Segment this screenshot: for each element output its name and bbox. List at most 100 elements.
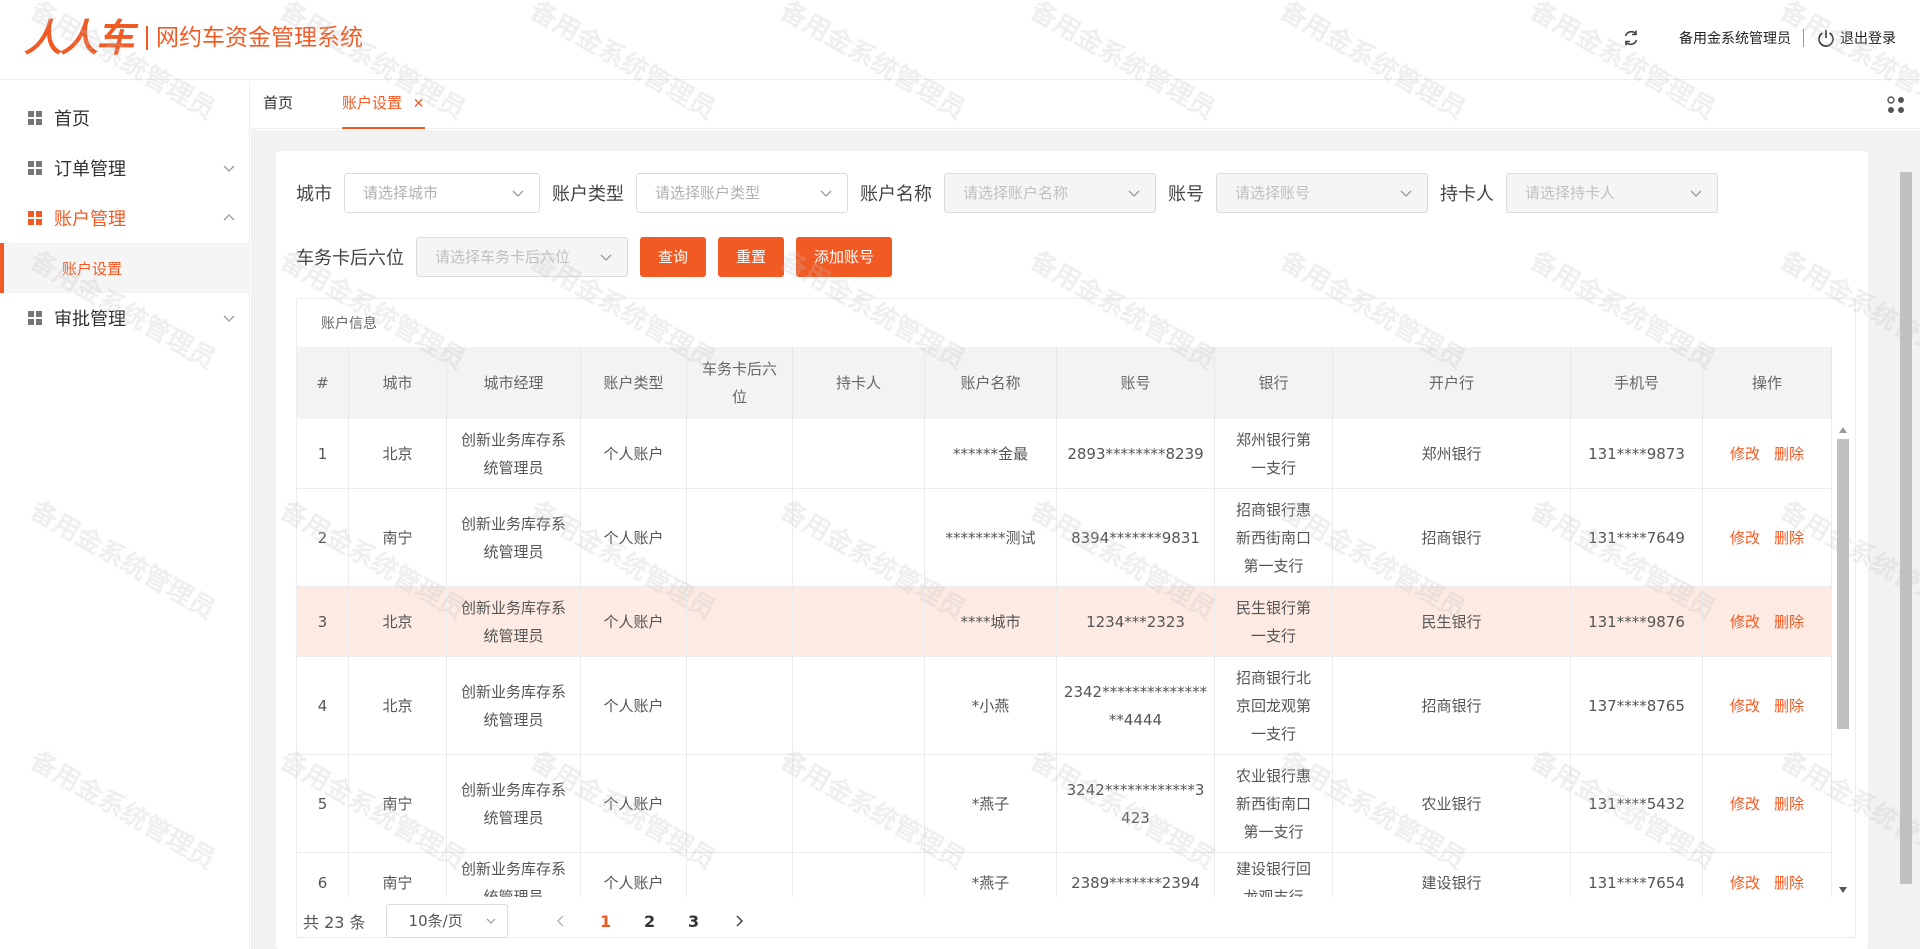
cell-branch: 郑州银行 — [1333, 419, 1571, 488]
cell-card — [687, 755, 793, 852]
cell-holder — [793, 419, 925, 488]
account-name-select[interactable]: 请选择账户名称 — [944, 173, 1156, 213]
add-account-button[interactable]: 添加账号 — [796, 237, 893, 277]
cell-branch: 民生银行 — [1333, 587, 1571, 656]
delete-link[interactable]: 删除 — [1774, 869, 1804, 897]
sidebar-item-label: 首页 — [54, 109, 90, 130]
scroll-up-icon[interactable] — [1839, 427, 1847, 433]
next-page-icon[interactable] — [732, 914, 746, 928]
sidebar-item-approvals[interactable]: 审批管理 — [0, 293, 249, 343]
cell-type: 个人账户 — [581, 657, 687, 754]
page-size-select[interactable]: 10条/页 — [385, 904, 508, 938]
select-placeholder: 请选择车务卡后六位 — [435, 248, 571, 266]
prev-page-icon[interactable] — [554, 914, 568, 928]
column-header: 操作 — [1703, 347, 1832, 419]
table-scrollbar[interactable] — [1835, 423, 1851, 897]
cell-type: 个人账户 — [581, 853, 687, 897]
delete-link[interactable]: 删除 — [1774, 524, 1804, 552]
card-suffix-select[interactable]: 请选择车务卡后六位 — [416, 237, 628, 277]
select-placeholder: 请选择账户名称 — [963, 184, 1069, 202]
page-3[interactable]: 3 — [680, 912, 708, 931]
reset-button[interactable]: 重置 — [718, 237, 785, 277]
sidebar-item-label: 账户设置 — [62, 259, 123, 278]
close-icon[interactable]: ✕ — [413, 96, 425, 112]
sidebar-item-orders[interactable]: 订单管理 — [0, 143, 249, 193]
column-header: 手机号 — [1571, 347, 1703, 419]
edit-link[interactable]: 修改 — [1730, 608, 1760, 636]
chevron-down-icon — [1128, 190, 1140, 197]
cell-phone: 131****9873 — [1571, 419, 1703, 488]
content-card: 城市 请选择城市 账户类型 请选择账户类型 账户名称 请选择账户名称 账号 请选 — [276, 151, 1868, 949]
cell-no: 1 — [297, 419, 349, 488]
page-scrollbar[interactable] — [1897, 152, 1915, 888]
cell-holder — [793, 489, 925, 586]
cell-name: *燕子 — [925, 755, 1057, 852]
grid-icon — [28, 311, 42, 325]
card-holder-select[interactable]: 请选择持卡人 — [1506, 173, 1718, 213]
filter-label-city: 城市 — [296, 184, 332, 205]
account-number-select[interactable]: 请选择账号 — [1216, 173, 1428, 213]
more-icon[interactable] — [1886, 95, 1906, 115]
cell-city: 南宁 — [349, 853, 447, 897]
sidebar-item-account-settings[interactable]: 账户设置 — [0, 243, 249, 293]
table-body: 1 北京 创新业务库存系统管理员 个人账户 ******金最 2893********82… — [297, 419, 1832, 897]
logo-divider — [146, 26, 149, 50]
grid-icon — [28, 211, 42, 225]
delete-link[interactable]: 删除 — [1774, 608, 1804, 636]
cell-city: 北京 — [349, 419, 447, 488]
chevron-down-icon — [1690, 190, 1702, 197]
sidebar-item-home[interactable]: 首页 — [0, 93, 249, 143]
column-header: 开户行 — [1333, 347, 1571, 419]
tab-home[interactable]: 首页 — [263, 81, 293, 129]
chevron-down-icon — [512, 190, 524, 197]
tab-account-settings[interactable]: 账户设置 ✕ — [342, 81, 425, 129]
logout-button[interactable]: 退出登录 — [1816, 28, 1896, 48]
cell-no: 2 — [297, 489, 349, 586]
edit-link[interactable]: 修改 — [1730, 440, 1760, 468]
filter-label-name: 账户名称 — [860, 184, 932, 205]
scrollbar-thumb[interactable] — [1837, 439, 1849, 729]
app-title: 网约车资金管理系统 — [156, 25, 364, 51]
table-row: 4 北京 创新业务库存系统管理员 个人账户 *小燕 2342***************… — [297, 657, 1832, 755]
cell-city: 南宁 — [349, 489, 447, 586]
edit-link[interactable]: 修改 — [1730, 790, 1760, 818]
account-type-select[interactable]: 请选择账户类型 — [636, 173, 848, 213]
scroll-down-icon[interactable] — [1839, 887, 1847, 893]
cell-city: 北京 — [349, 587, 447, 656]
edit-link[interactable]: 修改 — [1730, 869, 1760, 897]
cell-type: 个人账户 — [581, 755, 687, 852]
cell-actions: 修改 删除 — [1703, 587, 1832, 656]
cell-bank: 郑州银行第一支行 — [1215, 419, 1333, 488]
chevron-down-icon — [223, 315, 235, 322]
sidebar-item-label: 账户管理 — [54, 209, 126, 230]
filter-label-holder: 持卡人 — [1440, 184, 1494, 205]
cell-bank: 建设银行回龙观支行 — [1215, 853, 1333, 897]
city-select[interactable]: 请选择城市 — [344, 173, 540, 213]
query-button[interactable]: 查询 — [640, 237, 707, 277]
user-name[interactable]: 备用金系统管理员 — [1679, 28, 1791, 48]
scrollbar-thumb[interactable] — [1900, 172, 1912, 884]
cell-account: 2389*******2394 — [1057, 853, 1215, 897]
edit-link[interactable]: 修改 — [1730, 692, 1760, 720]
refresh-icon[interactable] — [1621, 28, 1641, 48]
cell-branch: 建设银行 — [1333, 853, 1571, 897]
page-2[interactable]: 2 — [636, 912, 664, 931]
cell-type: 个人账户 — [581, 587, 687, 656]
cell-manager: 创新业务库存系统管理员 — [447, 419, 581, 488]
page-1[interactable]: 1 — [592, 912, 620, 931]
column-header: 车务卡后六位 — [687, 347, 793, 419]
grid-icon — [28, 161, 42, 175]
cell-branch: 农业银行 — [1333, 755, 1571, 852]
table-row: 6 南宁 创新业务库存系统管理员 个人账户 *燕子 2389*******2394 建设银行… — [297, 853, 1832, 897]
total-count: 共 23 条 — [303, 913, 366, 932]
select-placeholder: 请选择账户类型 — [655, 184, 761, 202]
edit-link[interactable]: 修改 — [1730, 524, 1760, 552]
sidebar-item-accounts[interactable]: 账户管理 — [0, 193, 249, 243]
logout-label: 退出登录 — [1840, 31, 1896, 47]
delete-link[interactable]: 删除 — [1774, 440, 1804, 468]
select-placeholder: 请选择城市 — [363, 184, 439, 202]
delete-link[interactable]: 删除 — [1774, 692, 1804, 720]
delete-link[interactable]: 删除 — [1774, 790, 1804, 818]
chevron-up-icon — [223, 214, 235, 221]
logo: 人人车 网约车资金管理系统 — [24, 18, 363, 58]
